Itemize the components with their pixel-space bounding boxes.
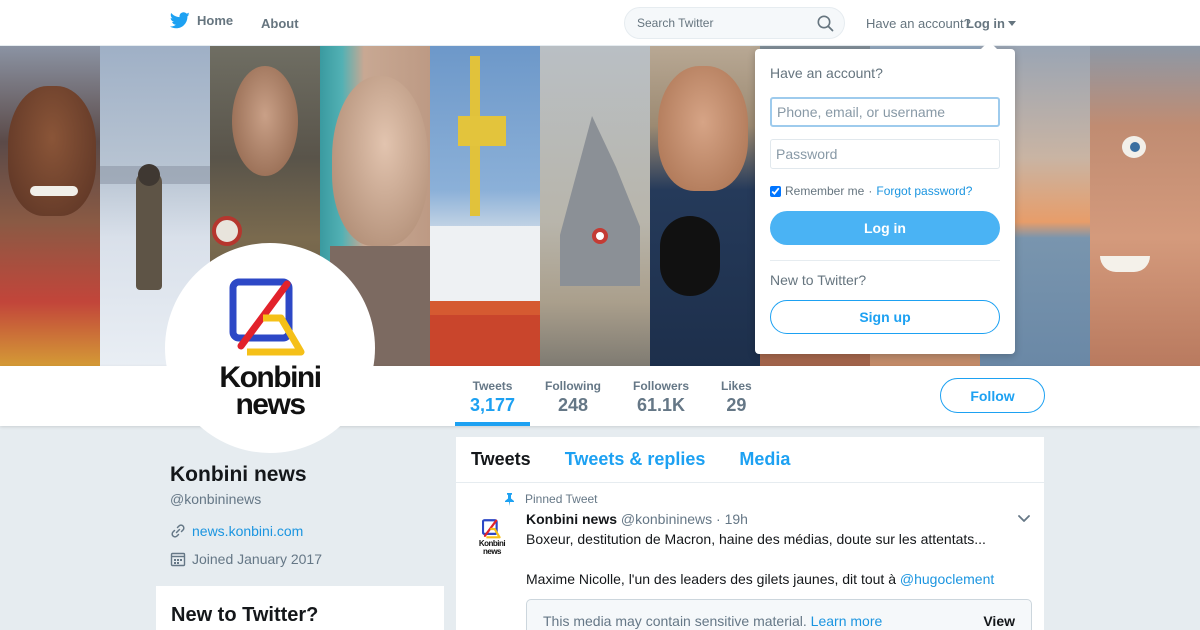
remember-me-row: Remember me · Forgot password? bbox=[770, 184, 1000, 198]
stat-tweets[interactable]: Tweets 3,177 bbox=[470, 379, 515, 416]
login-dropdown-title: Have an account? bbox=[770, 65, 883, 81]
stat-value: 29 bbox=[726, 395, 747, 415]
pin-icon bbox=[505, 492, 514, 506]
tweet-text-line2: Maxime Nicolle, l'un des leaders des gil… bbox=[526, 571, 994, 587]
new-to-twitter-card: New to Twitter? bbox=[156, 586, 444, 630]
search-input[interactable] bbox=[625, 8, 805, 38]
stat-label: Following bbox=[545, 379, 601, 393]
profile-url-text: news.konbini.com bbox=[192, 523, 304, 539]
stat-value: 3,177 bbox=[470, 395, 516, 415]
calendar-icon bbox=[170, 552, 186, 567]
remember-me-checkbox[interactable] bbox=[770, 185, 781, 197]
sensitive-media-notice: This media may contain sensitive materia… bbox=[526, 599, 1032, 630]
profile-name[interactable]: Konbini news bbox=[170, 463, 307, 487]
stat-likes[interactable]: Likes 29 bbox=[721, 379, 752, 416]
follow-button[interactable]: Follow bbox=[940, 378, 1045, 413]
stat-value: 61.1K bbox=[636, 395, 686, 415]
twitter-bird-icon bbox=[170, 12, 190, 29]
login-dropdown: Have an account? Remember me · Forgot pa… bbox=[755, 41, 1015, 354]
pinned-tweet-label: Pinned Tweet bbox=[525, 492, 598, 506]
username-field[interactable] bbox=[770, 97, 1000, 127]
tweet-separator: · bbox=[716, 511, 721, 527]
sensitive-media-text: This media may contain sensitive materia… bbox=[543, 613, 807, 629]
stat-followers[interactable]: Followers 61.1K bbox=[633, 379, 689, 416]
tab-media[interactable]: Media bbox=[739, 449, 790, 470]
nav-home-label: Home bbox=[197, 13, 234, 28]
nav-home-link[interactable]: Home bbox=[170, 12, 233, 29]
profile-handle[interactable]: @konbininews bbox=[170, 491, 261, 507]
signup-button[interactable]: Sign up bbox=[770, 300, 1000, 334]
profile-url[interactable]: news.konbini.com bbox=[170, 523, 303, 539]
view-media-button[interactable]: View bbox=[983, 613, 1015, 629]
forgot-password-link[interactable]: Forgot password? bbox=[876, 184, 972, 198]
banner-photo-reporter bbox=[650, 46, 760, 366]
timeline-tabs: Tweets Tweets & replies Media bbox=[456, 437, 1044, 483]
timeline: Tweets Tweets & replies Media Pinned Twe… bbox=[456, 437, 1044, 630]
have-account-text: Have an account? bbox=[866, 16, 971, 31]
link-icon bbox=[171, 524, 185, 538]
tweet-author-handle[interactable]: @konbininews bbox=[621, 511, 712, 527]
search-box bbox=[624, 7, 845, 39]
stat-value: 248 bbox=[557, 395, 589, 415]
remember-me-label: Remember me bbox=[785, 184, 865, 198]
banner-photo-fighter-jet bbox=[540, 46, 650, 366]
search-icon[interactable] bbox=[817, 15, 834, 32]
tweet-header: Konbini news @konbininews · 19h bbox=[526, 511, 748, 527]
stat-label: Likes bbox=[721, 379, 752, 393]
pinned-tweet-indicator: Pinned Tweet bbox=[504, 492, 598, 506]
profile-avatar[interactable]: Konbini news bbox=[165, 243, 375, 453]
tweet-avatar-line2: news bbox=[482, 546, 502, 556]
caret-down-icon bbox=[1008, 21, 1016, 26]
active-tab-underline bbox=[455, 422, 530, 426]
chevron-down-icon[interactable] bbox=[1018, 515, 1030, 523]
login-dropdown-toggle[interactable]: Log in bbox=[966, 16, 1016, 31]
new-to-twitter-heading: New to Twitter? bbox=[171, 604, 319, 626]
tab-tweets-and-replies[interactable]: Tweets & replies bbox=[565, 449, 706, 470]
tweet-avatar[interactable]: Konbini news bbox=[472, 517, 512, 557]
tweet-timestamp[interactable]: 19h bbox=[725, 511, 748, 527]
stat-label: Followers bbox=[633, 379, 690, 393]
stat-label: Tweets bbox=[472, 379, 513, 393]
login-button[interactable]: Log in bbox=[770, 211, 1000, 245]
banner-photo-man-smiling bbox=[1090, 46, 1200, 366]
tweet-text-line2-prefix: Maxime Nicolle, l'un des leaders des gil… bbox=[526, 571, 900, 587]
learn-more-link[interactable]: Learn more bbox=[811, 613, 883, 629]
password-field[interactable] bbox=[770, 139, 1000, 169]
konbini-logo-icon bbox=[482, 518, 501, 538]
login-link-label: Log in bbox=[966, 16, 1005, 31]
remember-separator: · bbox=[868, 184, 873, 198]
banner-photo-ship bbox=[430, 46, 540, 366]
top-navigation-bar: Home About Have an account? Log in bbox=[0, 0, 1200, 46]
banner-photo-woman-smiling bbox=[0, 46, 100, 366]
dropdown-divider bbox=[770, 260, 1000, 261]
tweet-author-name[interactable]: Konbini news bbox=[526, 511, 617, 527]
konbini-logo-icon bbox=[229, 278, 305, 356]
new-to-twitter-text: New to Twitter? bbox=[770, 272, 867, 288]
profile-joined-text: Joined January 2017 bbox=[192, 551, 322, 567]
stat-following[interactable]: Following 248 bbox=[545, 379, 601, 416]
nav-about-link[interactable]: About bbox=[261, 16, 299, 31]
profile-joined: Joined January 2017 bbox=[170, 551, 322, 567]
tab-tweets[interactable]: Tweets bbox=[471, 449, 531, 470]
tweet-mention-link[interactable]: @hugoclement bbox=[900, 571, 994, 587]
tweet-text-line1: Boxeur, destitution de Macron, haine des… bbox=[526, 531, 986, 547]
avatar-logo-line2: news bbox=[235, 388, 306, 421]
